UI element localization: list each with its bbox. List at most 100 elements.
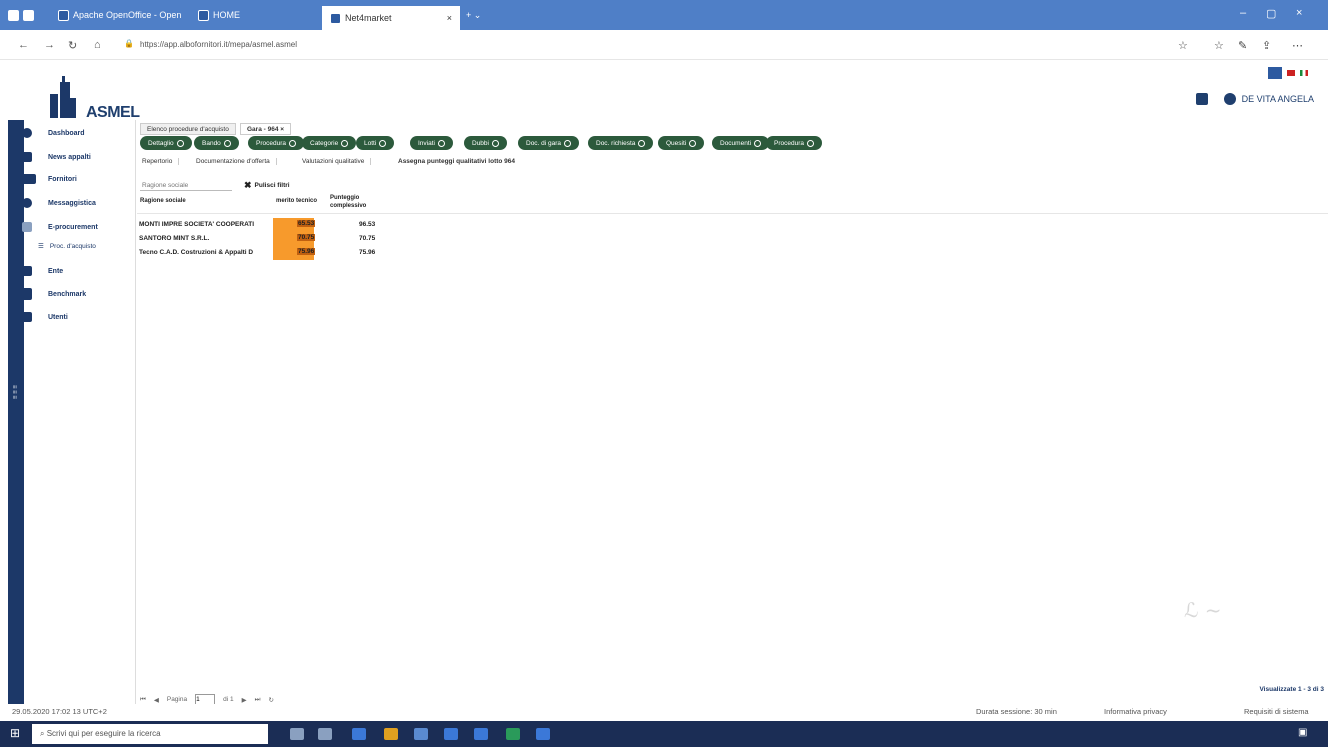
refresh-icon[interactable]: ↻ [68,39,77,52]
news-icon [22,152,32,162]
italy-flag-icon[interactable] [1300,70,1308,76]
pill-label: Categorie [310,139,339,147]
minimize-icon[interactable]: – [1240,7,1246,19]
prev-page-icon[interactable]: ◀ [154,696,159,704]
store-icon[interactable] [414,728,428,740]
close-window-icon[interactable]: × [1296,7,1302,19]
user-menu[interactable]: DE VITA ANGELA [1195,93,1314,105]
cell-merito-tecnico[interactable]: 70.75 [297,234,316,241]
clear-filters-button[interactable]: ✖ Pulisci filtri [244,180,290,191]
new-tab-button[interactable]: + ⌄ [466,6,481,24]
app-icon[interactable] [474,728,488,740]
subtab-assegna-punteggi[interactable]: Assegna punteggi qualitativi lotto 964 [398,158,521,165]
pill-procedura[interactable]: Procedura [248,136,304,150]
pill-label: Bando [202,139,221,147]
forward-icon[interactable]: → [44,39,55,51]
browser-tab-net4market[interactable]: Net4market × [322,6,460,30]
word-icon[interactable] [536,728,550,740]
sidebar-item-eprocurement[interactable]: E-procurement [22,222,98,232]
pill-dubbi[interactable]: Dubbi [464,136,507,150]
pill-label: Doc. richiesta [596,139,636,147]
back-icon[interactable]: ← [18,39,29,51]
system-requirements-link[interactable]: Requisiti di sistema [1244,707,1309,716]
next-page-icon[interactable]: ▶ [242,696,247,704]
pill-dettaglio[interactable]: Dettaglio [140,136,192,150]
share-icon[interactable]: ⇪ [1262,39,1271,52]
pill-doc-di-gara[interactable]: Doc. di gara [518,136,580,150]
cell-merito-tecnico[interactable]: 65.53 [297,220,316,227]
pill-inviati[interactable]: Inviati [410,136,453,150]
reading-icon[interactable]: ✎ [1238,39,1247,52]
sidebar-item-dashboard[interactable]: Dashboard [22,128,85,138]
sidebar-item-fornitori[interactable]: Fornitori [22,174,77,184]
pill-chevron-icon [289,139,296,147]
ragione-sociale-filter[interactable] [140,180,232,191]
sidebar-item-label: Ente [48,267,64,275]
table-row[interactable]: MONTI IMPRE SOCIETA' COOPERATI 65.53 96.… [137,218,397,232]
browser-tab-home[interactable]: HOME [198,6,240,24]
close-tab-icon[interactable]: × [447,13,452,23]
tab-gara[interactable]: Gara - 964 × [240,123,292,135]
notifications-icon[interactable] [1195,93,1208,105]
uk-flag-icon[interactable] [1287,70,1295,76]
task-view-icon[interactable] [318,728,332,740]
more-icon[interactable]: ⋯ [1292,39,1303,52]
reload-icon[interactable]: ↻ [268,696,273,704]
mail-icon[interactable] [444,728,458,740]
explorer-icon[interactable] [384,728,398,740]
home-icon[interactable]: ⌂ [94,39,101,51]
pill-lotti[interactable]: Lotti [356,136,395,150]
column-header-punteggio[interactable]: Punteggio complessivo [330,194,376,210]
page-label: Pagina [166,696,188,703]
sidebar-toggle-icon[interactable]: ≡ ≡ ≡ [11,385,17,399]
pill-documenti[interactable]: Documenti [712,136,770,150]
cell-ragione-sociale: SANTORO MINT S.R.L. [139,235,210,242]
tab-actions-icon[interactable] [8,6,34,24]
eu-flag-icon[interactable] [1268,67,1282,79]
url-field[interactable]: https://app.albofornitori.it/mepa/asmel.… [140,40,297,49]
building-icon [22,266,32,276]
subtab-valutazioni[interactable]: Valutazioni qualitative [302,158,372,165]
sidebar-item-news[interactable]: News appalti [22,152,91,162]
table-row[interactable]: Tecno C.A.D. Costruzioni & Appalti D 75.… [137,246,397,260]
edge-icon[interactable] [352,728,366,740]
first-page-icon[interactable]: ⏮ [140,696,146,704]
session-duration: Durata sessione: 30 min [976,707,1057,716]
cell-merito-tecnico[interactable]: 75.96 [297,248,316,255]
cell-ragione-sociale: Tecno C.A.D. Costruzioni & Appalti D [139,249,254,256]
pill-bando[interactable]: Bando [194,136,239,150]
close-tab-icon[interactable]: × [280,126,284,133]
column-header-ragione-sociale[interactable]: Ragione sociale [140,198,186,204]
sidebar-subitem-proc-acquisto[interactable]: ☰ Proc. d'acquisto [38,242,96,251]
pill-procedura[interactable]: Procedura [766,136,822,150]
windows-start-icon[interactable]: ⊞ [10,726,20,740]
pill-label: Lotti [364,139,377,147]
cortana-icon[interactable] [290,728,304,740]
maximize-icon[interactable]: ▢ [1266,7,1276,20]
pill-doc-richiesta[interactable]: Doc. richiesta [588,136,654,150]
favorites-icon[interactable]: ☆ [1214,39,1224,52]
user-icon [22,312,32,322]
sidebar-item-messaggistica[interactable]: Messaggistica [22,198,96,208]
pill-label: Dubbi [472,139,489,147]
taskbar-search[interactable]: ⌕ Scrivi qui per eseguire la ricerca [32,724,268,744]
favorite-star-icon[interactable]: ☆ [1178,39,1188,52]
sidebar-item-utenti[interactable]: Utenti [22,312,68,322]
column-header-merito-tecnico[interactable]: merito tecnico [276,198,317,204]
message-icon [22,198,32,208]
browser-tab-openoffice[interactable]: Apache OpenOffice - Open [58,6,181,24]
pill-quesiti[interactable]: Quesiti [658,136,705,150]
notifications-tray-icon[interactable]: ▣ [1298,727,1307,738]
sidebar-item-ente[interactable]: Ente [22,266,63,276]
pill-categorie[interactable]: Categorie [302,136,357,150]
tab-elenco-procedure[interactable]: Elenco procedure d'acquisto [140,123,236,135]
privacy-link[interactable]: Informativa privacy [1104,707,1167,716]
truck-icon [22,174,36,184]
subtab-repertorio[interactable]: Repertorio [142,158,180,165]
excel-icon[interactable] [506,728,520,740]
table-row[interactable]: SANTORO MINT S.R.L. 70.75 70.75 [137,232,397,246]
pill-label: Inviati [418,139,435,147]
subtab-documentazione[interactable]: Documentazione d'offerta [196,158,277,165]
sidebar-item-benchmark[interactable]: Benchmark [22,288,86,300]
last-page-icon[interactable]: ⏭ [255,696,261,704]
